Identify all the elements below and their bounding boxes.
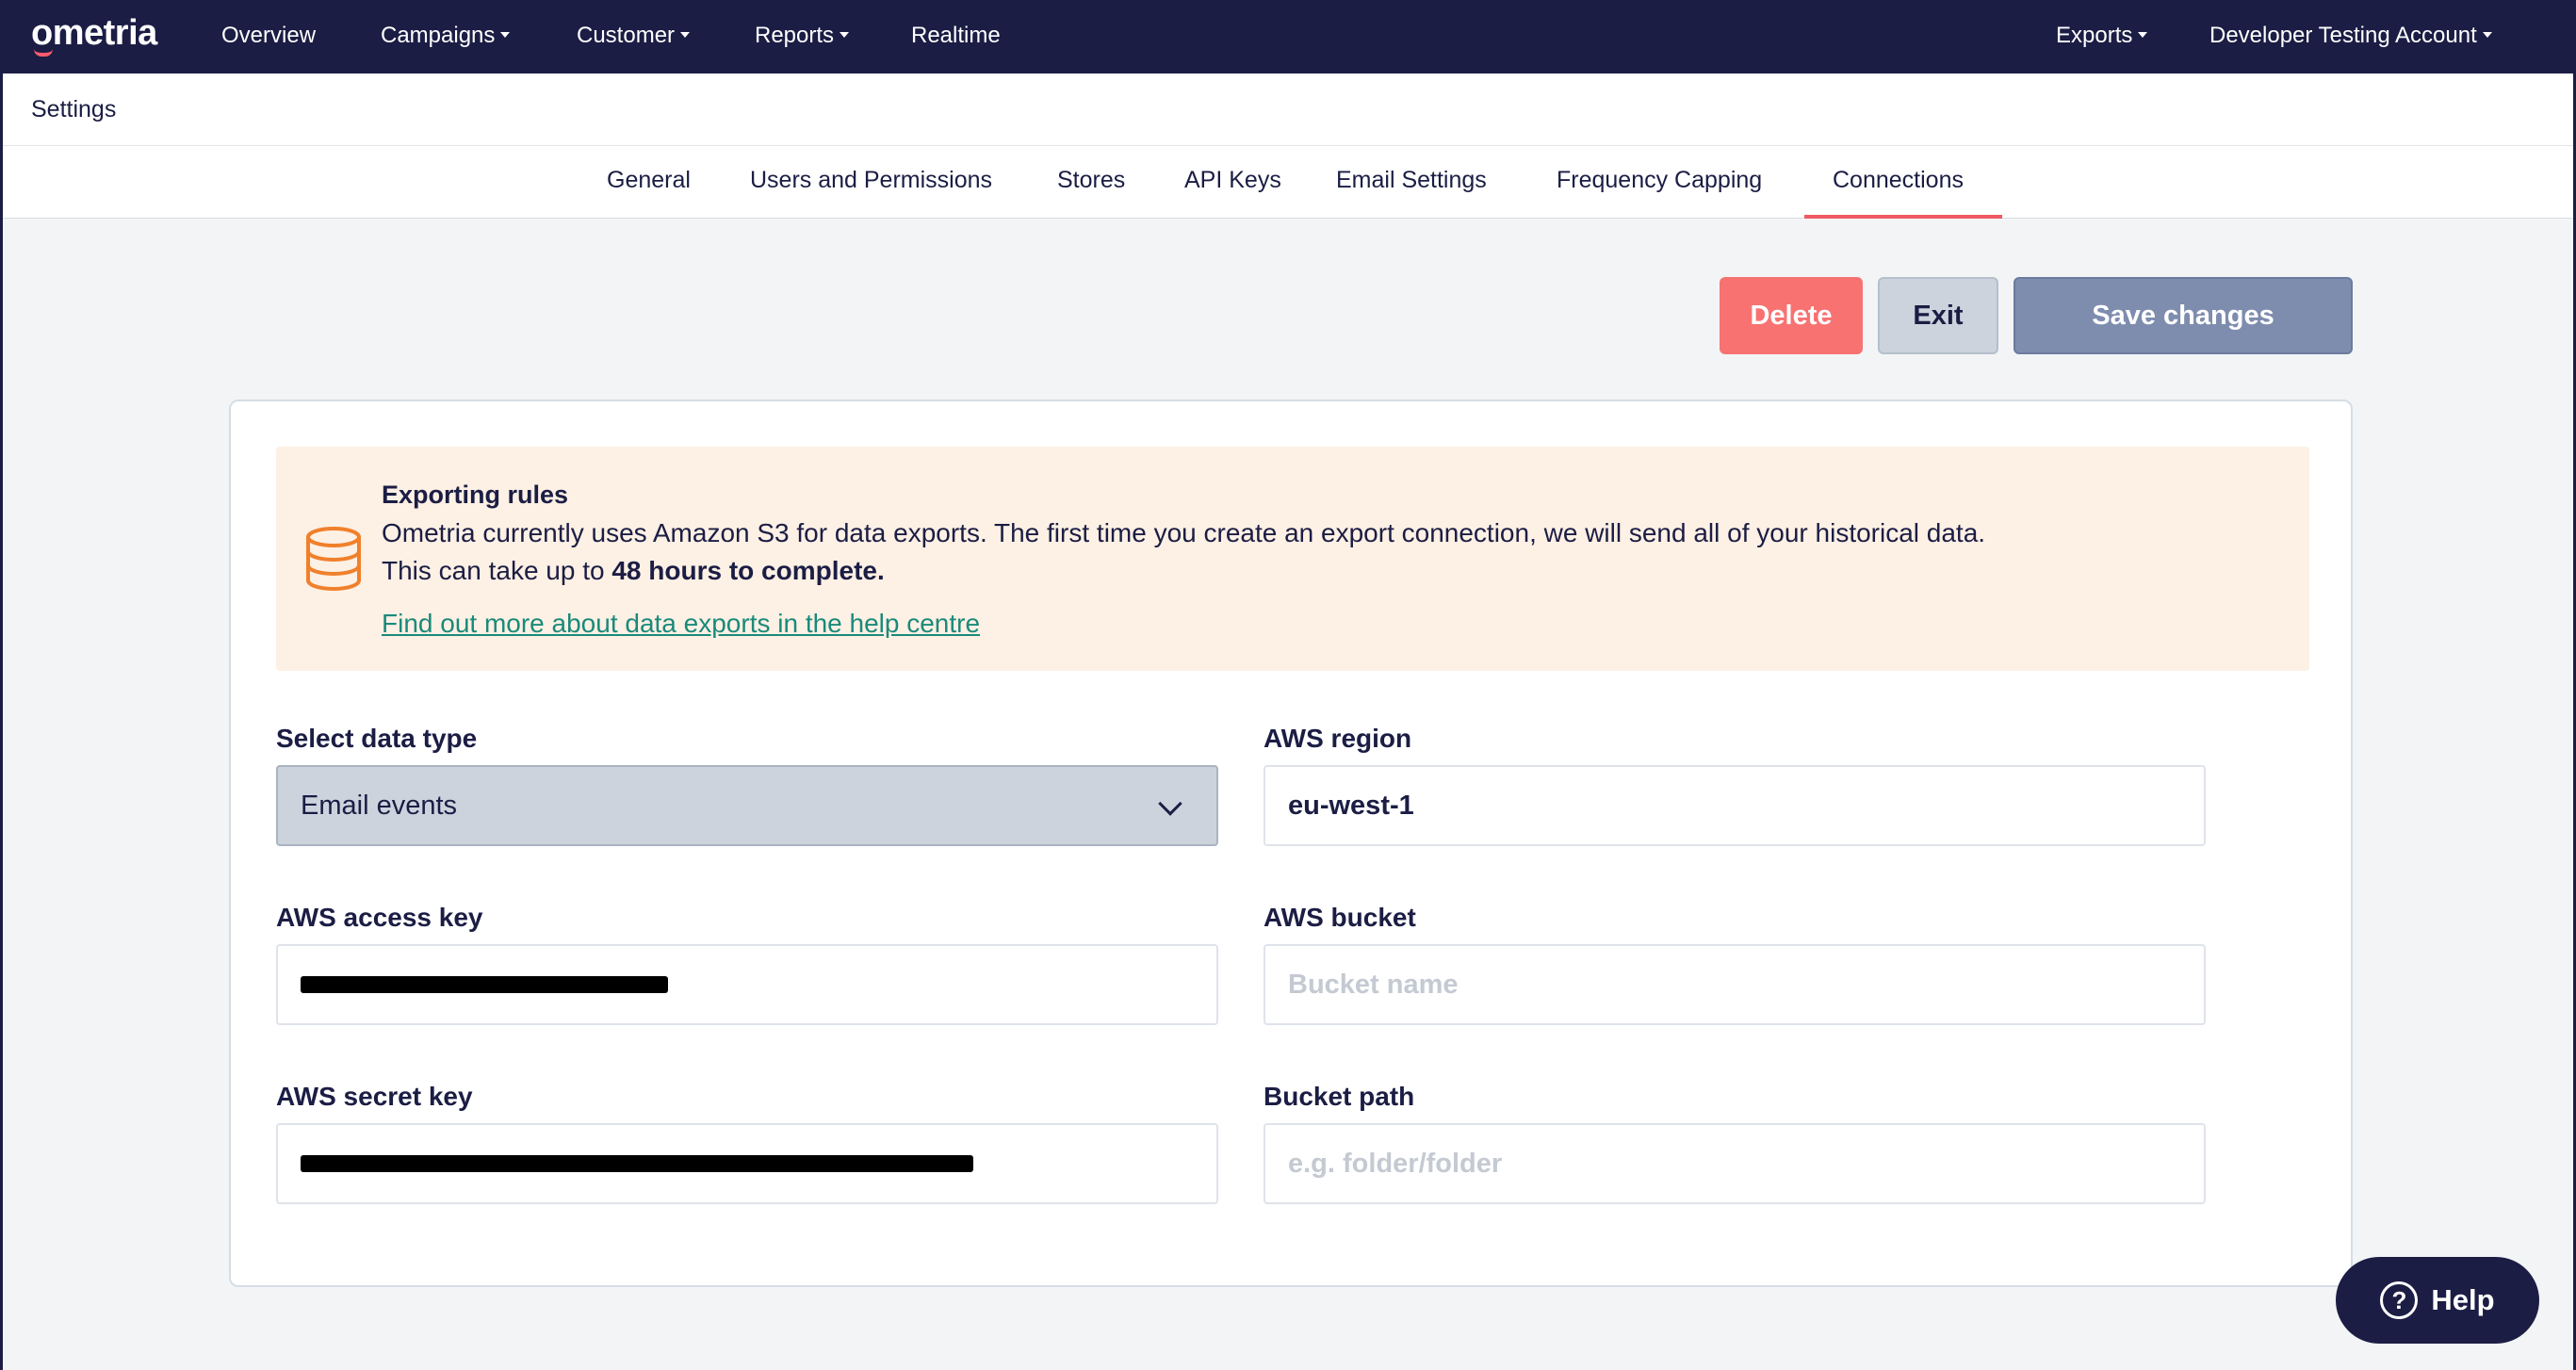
top-navigation: ometria Overview Campaigns Customer Repo… xyxy=(3,0,2573,73)
delete-button[interactable]: Delete xyxy=(1720,277,1863,354)
save-changes-button[interactable]: Save changes xyxy=(2014,277,2353,354)
nav-realtime[interactable]: Realtime xyxy=(911,23,1001,49)
aws-region-label: AWS region xyxy=(1264,724,1412,753)
ometria-logo[interactable]: ometria xyxy=(31,13,157,54)
redacted-access-key xyxy=(301,976,668,993)
database-icon xyxy=(306,527,361,592)
data-type-select[interactable]: Email events xyxy=(276,765,1218,846)
tab-general[interactable]: General xyxy=(607,167,691,194)
nav-customer[interactable]: Customer xyxy=(577,23,691,49)
caret-down-icon xyxy=(680,31,691,38)
logo-smile-mark xyxy=(34,49,53,57)
question-icon: ? xyxy=(2380,1281,2419,1319)
aws-region-input[interactable]: eu-west-1 xyxy=(1264,765,2206,846)
secret-key-label: AWS secret key xyxy=(276,1082,473,1111)
tab-email-settings[interactable]: Email Settings xyxy=(1336,167,1487,194)
notice-line-1: Ometria currently uses Amazon S3 for dat… xyxy=(382,518,1986,547)
active-tab-indicator xyxy=(1804,215,2002,219)
bucket-path-placeholder: e.g. folder/folder xyxy=(1288,1148,1503,1179)
tab-connections[interactable]: Connections xyxy=(1833,167,1964,194)
nav-campaigns[interactable]: Campaigns xyxy=(381,23,511,49)
exporting-rules-notice: Exporting rules Ometria currently uses A… xyxy=(276,447,2309,671)
tab-users-and-permissions[interactable]: Users and Permissions xyxy=(750,167,992,194)
tab-api-keys[interactable]: API Keys xyxy=(1184,167,1281,194)
data-type-label: Select data type xyxy=(276,724,478,753)
notice-line-2: This can take up to 48 hours to complete… xyxy=(382,556,885,585)
redacted-secret-key xyxy=(301,1155,973,1172)
aws-bucket-label: AWS bucket xyxy=(1264,903,1416,932)
nav-reports[interactable]: Reports xyxy=(755,23,850,49)
caret-down-icon xyxy=(2482,31,2492,38)
access-key-input[interactable] xyxy=(276,944,1218,1025)
exit-button[interactable]: Exit xyxy=(1878,277,1998,354)
bucket-path-label: Bucket path xyxy=(1264,1082,1415,1111)
caret-down-icon xyxy=(2138,31,2148,38)
bucket-path-input[interactable]: e.g. folder/folder xyxy=(1264,1123,2206,1204)
secret-key-input[interactable] xyxy=(276,1123,1218,1204)
settings-header: Settings xyxy=(3,73,2573,146)
help-centre-link[interactable]: Find out more about data exports in the … xyxy=(382,609,980,639)
nav-overview[interactable]: Overview xyxy=(221,23,316,49)
nav-account-menu[interactable]: Developer Testing Account xyxy=(2209,23,2492,49)
help-button[interactable]: ? Help xyxy=(2336,1257,2539,1344)
aws-region-value: eu-west-1 xyxy=(1288,790,1414,821)
page-title: Settings xyxy=(31,96,117,122)
connection-form-card: Exporting rules Ometria currently uses A… xyxy=(229,400,2353,1287)
access-key-label: AWS access key xyxy=(276,903,483,932)
bucket-placeholder: Bucket name xyxy=(1288,969,1459,1000)
notice-bold-duration: 48 hours to complete. xyxy=(611,556,885,585)
caret-down-icon xyxy=(500,31,511,38)
chevron-down-icon xyxy=(1158,791,1182,816)
data-type-selected-value: Email events xyxy=(301,790,458,821)
aws-bucket-input[interactable]: Bucket name xyxy=(1264,944,2206,1025)
help-label: Help xyxy=(2431,1283,2495,1316)
tab-stores[interactable]: Stores xyxy=(1057,167,1125,194)
notice-title: Exporting rules xyxy=(382,481,569,509)
nav-exports[interactable]: Exports xyxy=(2056,23,2148,49)
app-window: ometria Overview Campaigns Customer Repo… xyxy=(0,0,2576,1370)
settings-tabs: General Users and Permissions Stores API… xyxy=(3,146,2573,219)
caret-down-icon xyxy=(840,31,850,38)
tab-frequency-capping[interactable]: Frequency Capping xyxy=(1557,167,1762,194)
